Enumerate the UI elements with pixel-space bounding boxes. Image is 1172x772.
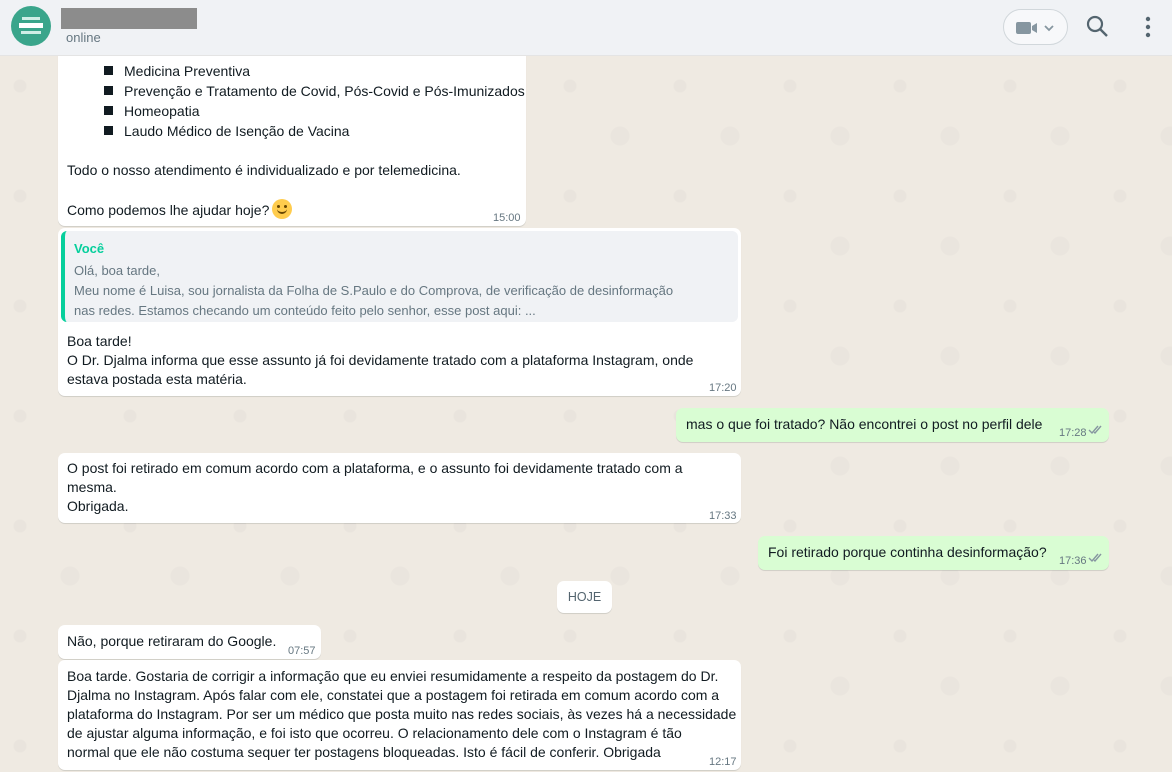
message-time: 12:17	[709, 756, 737, 768]
video-camera-icon	[1016, 22, 1054, 34]
message-text: Foi retirado porque continha desinformaç…	[768, 544, 1047, 560]
message-time: 07:57	[288, 645, 316, 657]
quote-line: nas redes. Estamos checando um conteúdo …	[74, 303, 536, 318]
menu-dots-icon	[1145, 16, 1151, 38]
message-text: Obrigada.	[67, 498, 129, 514]
list-item: Laudo Médico de Isenção de Vacina	[103, 123, 350, 139]
contact-status: online	[66, 30, 101, 45]
message-text: O Dr. Djalma informa que esse assunto já…	[67, 352, 694, 368]
list-item: Medicina Preventiva	[103, 63, 251, 79]
message-text: estava postada esta matéria.	[67, 371, 247, 387]
quote-author: Você	[74, 241, 105, 256]
avatar-logo-mark	[21, 31, 41, 34]
message-time: 17:36	[1059, 555, 1087, 567]
chat-header: online	[0, 0, 1172, 56]
message-bubble-incoming[interactable]: O post foi retirado em comum acordo com …	[58, 453, 741, 523]
message-text: mesma.	[67, 479, 117, 495]
message-bubble-outgoing[interactable]: Foi retirado porque continha desinformaç…	[758, 536, 1109, 570]
message-text: Boa tarde. Gostaria de corrigir a inform…	[67, 668, 719, 684]
quoted-message[interactable]: Você Olá, boa tarde, Meu nome é Luisa, s…	[61, 231, 738, 322]
list-item: Homeopatia	[104, 103, 200, 119]
message-text: Djalma no Instagram. Após falar com ele,…	[67, 687, 720, 703]
smiling-face-emoji-icon	[272, 199, 293, 219]
search-icon	[1086, 15, 1108, 37]
message-text: plataforma do Instagram. Por ser um médi…	[67, 706, 737, 722]
search-button[interactable]	[1085, 14, 1111, 40]
quote-line: Meu nome é Luisa, sou jornalista da Folh…	[74, 283, 674, 298]
message-time: 15:00	[493, 212, 521, 224]
double-check-icon	[1088, 553, 1102, 563]
message-text: normal que ele não costuma sequer ter po…	[67, 744, 661, 760]
message-text: Todo o nosso atendimento é individualiza…	[67, 162, 461, 178]
chevron-down-icon	[1044, 25, 1054, 32]
message-list[interactable]: Medicina Preventiva Prevenção e Tratamen…	[0, 56, 1172, 772]
message-bubble-incoming[interactable]: Não, porque retiraram do Google. 07:57	[58, 625, 321, 659]
double-check-icon	[1088, 425, 1102, 435]
message-text: Boa tarde!	[67, 333, 132, 349]
contact-avatar[interactable]	[11, 6, 51, 46]
contact-name-redacted[interactable]	[61, 8, 197, 29]
avatar-logo-mark	[22, 17, 40, 20]
message-text: O post foi retirado em comum acordo com …	[67, 460, 683, 476]
avatar-logo-mark	[19, 23, 43, 28]
message-text: de ajustar alguma informação, e foi isto…	[67, 725, 682, 741]
quote-line: Olá, boa tarde,	[74, 263, 160, 278]
date-separator: HOJE	[557, 581, 612, 613]
message-time: 17:20	[709, 382, 737, 394]
message-bubble-outgoing[interactable]: mas o que foi tratado? Não encontrei o p…	[676, 408, 1109, 442]
message-bubble-incoming[interactable]: Medicina Preventiva Prevenção e Tratamen…	[58, 56, 526, 226]
menu-button[interactable]	[1139, 14, 1157, 40]
message-time: 17:28	[1059, 427, 1087, 439]
message-text: Não, porque retiraram do Google.	[67, 633, 277, 649]
message-time: 17:33	[709, 510, 737, 522]
message-bubble-incoming[interactable]: Você Olá, boa tarde, Meu nome é Luisa, s…	[58, 228, 741, 396]
video-call-button[interactable]	[1003, 9, 1068, 45]
list-item: Prevenção e Tratamento de Covid, Pós-Cov…	[104, 83, 525, 99]
message-text: mas o que foi tratado? Não encontrei o p…	[686, 416, 1043, 432]
message-text-content: Como podemos lhe ajudar hoje?	[67, 202, 270, 218]
message-text: Como podemos lhe ajudar hoje?	[67, 199, 293, 220]
message-bubble-incoming[interactable]: Boa tarde. Gostaria de corrigir a inform…	[58, 660, 741, 770]
